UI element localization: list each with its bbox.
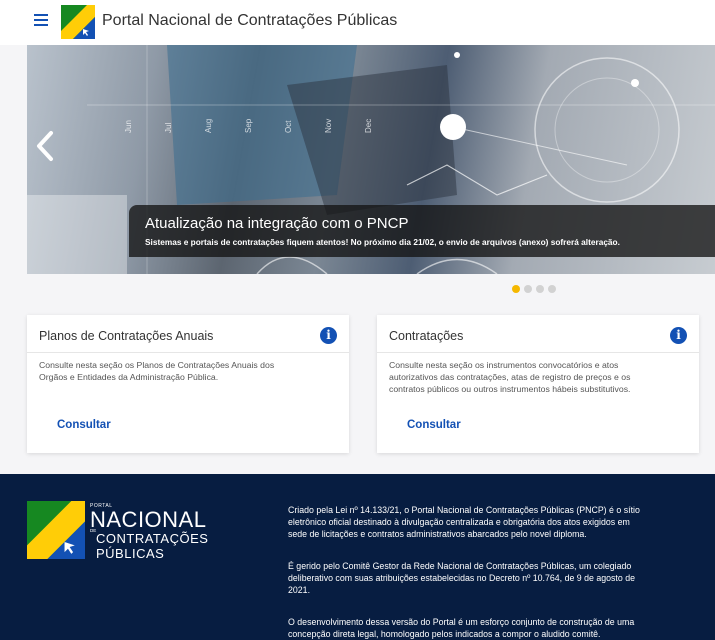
month-label-jul: Jul — [164, 123, 173, 133]
month-label-dec: Dec — [364, 119, 373, 133]
card-title: Planos de Contratações Anuais — [39, 329, 214, 343]
top-header: Portal Nacional de Contratações Públicas — [0, 0, 715, 45]
carousel-indicators — [512, 285, 556, 293]
site-title[interactable]: Portal Nacional de Contratações Públicas — [102, 12, 397, 30]
carousel-dot-2[interactable] — [524, 285, 532, 293]
footer-paragraph-1: Criado pela Lei nº 14.133/21, o Portal N… — [288, 505, 640, 539]
card-divider — [377, 352, 699, 353]
slide-caption[interactable]: Atualização na integração com o PNCP Sis… — [129, 205, 715, 257]
month-label-sep: Sep — [244, 118, 253, 133]
slide-text: Sistemas e portais de contratações fique… — [145, 237, 620, 247]
card-divider — [27, 352, 349, 353]
consultar-link[interactable]: Consultar — [57, 419, 111, 431]
hamburger-menu-icon[interactable] — [34, 14, 48, 28]
month-label-jun: Jun — [124, 120, 133, 133]
news-carousel: Jun Jul Aug Sep Oct Nov Dec Atualização na int… — [27, 45, 715, 274]
footer-paragraph-2: É gerido pelo Comitê Gestor da Rede Naci… — [288, 561, 636, 595]
pncp-logo-icon[interactable] — [61, 5, 95, 39]
card-title: Contratações — [389, 329, 464, 343]
month-label-nov: Nov — [324, 119, 333, 133]
carousel-dot-4[interactable] — [548, 285, 556, 293]
carousel-dot-1[interactable] — [512, 285, 520, 293]
slide-title[interactable]: Atualização na integração com o PNCP — [145, 215, 408, 232]
card-contratacoes: Contratações i Consulte nesta seção os i… — [377, 315, 699, 453]
card-planos-contratacoes: Planos de Contratações Anuais i Consulte… — [27, 315, 349, 453]
card-description: Consulte nesta seção os Planos de Contra… — [39, 360, 275, 382]
info-icon[interactable]: i — [320, 327, 337, 344]
site-footer: PORTAL NACIONAL DE CONTRATAÇÕES PÚBLICAS… — [0, 474, 715, 640]
month-label-oct: Oct — [284, 120, 293, 133]
month-label-aug: Aug — [204, 119, 213, 133]
info-icon[interactable]: i — [670, 327, 687, 344]
pncp-logo-icon — [27, 501, 85, 559]
footer-paragraph-3: O desenvolvimento dessa versão do Portal… — [288, 617, 635, 639]
brand-publicas: PÚBLICAS — [96, 546, 165, 561]
carousel-dot-3[interactable] — [536, 285, 544, 293]
brand-contratacoes: CONTRATAÇÕES — [96, 531, 209, 546]
chevron-left-icon[interactable] — [33, 129, 57, 163]
card-description: Consulte nesta seção os instrumentos con… — [389, 360, 631, 394]
brand-nacional: NACIONAL — [90, 507, 207, 532]
consultar-link[interactable]: Consultar — [407, 419, 461, 431]
